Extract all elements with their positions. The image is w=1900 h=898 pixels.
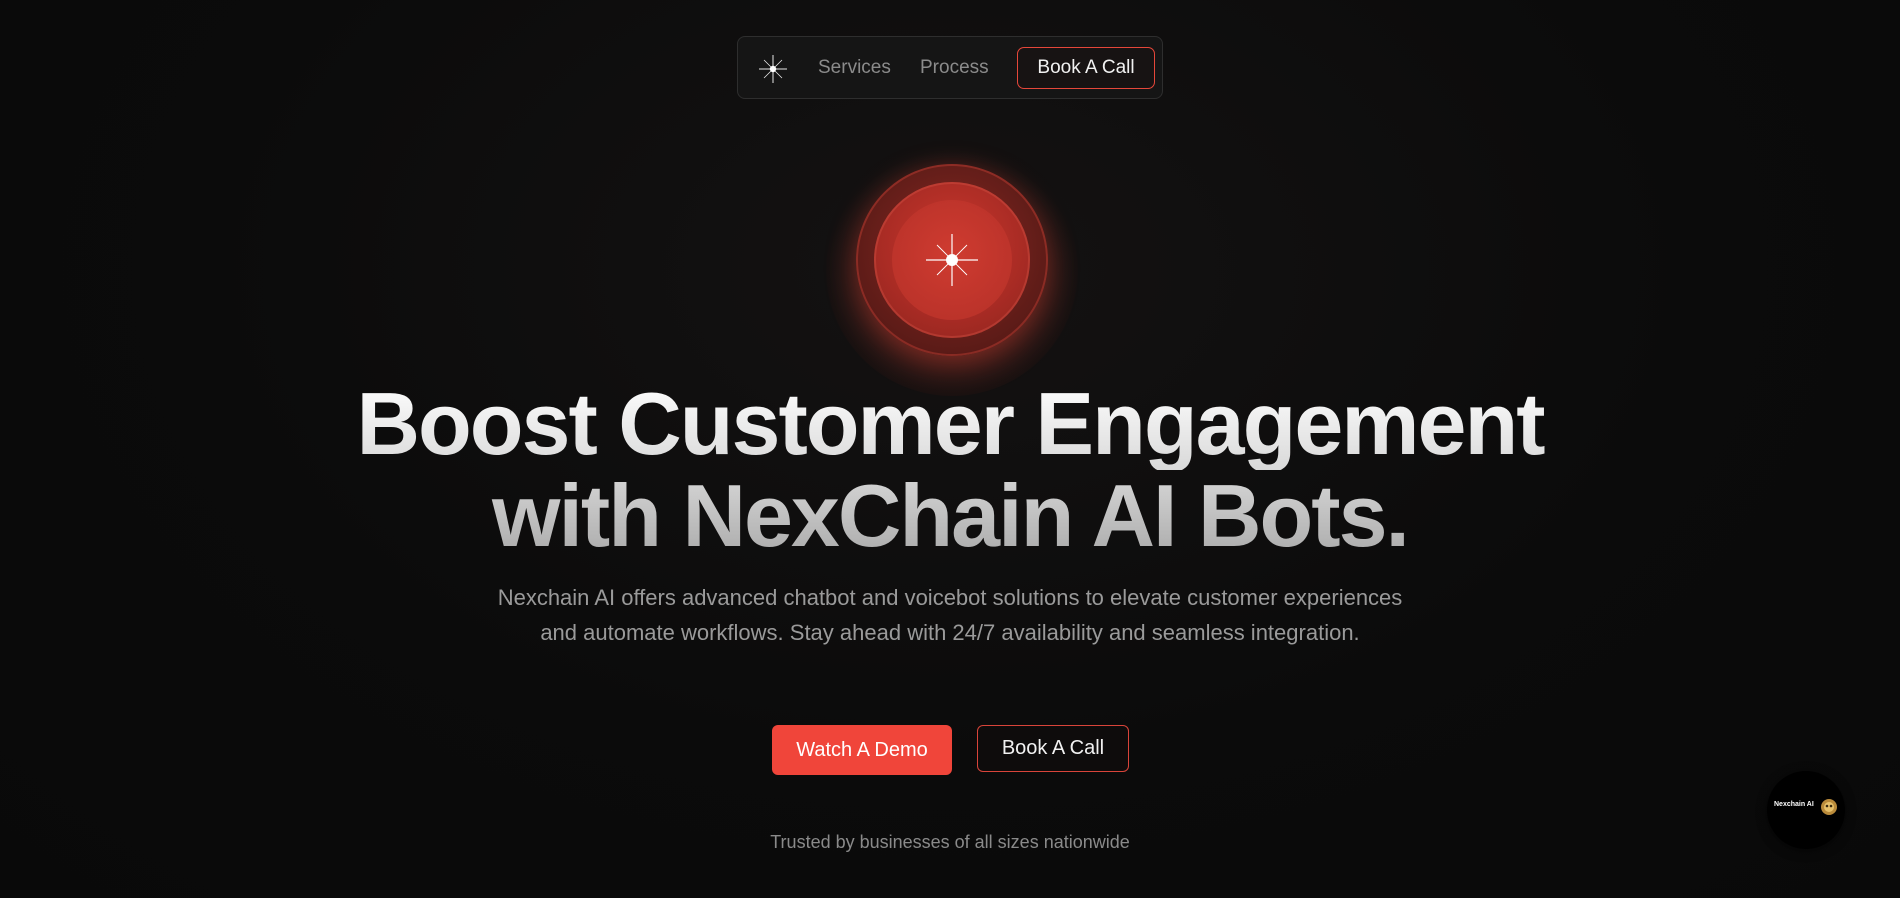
nav-book-call-button[interactable]: Book A Call	[1017, 47, 1155, 89]
widget-label: Nexchain AI	[1774, 801, 1814, 808]
nav-link-process[interactable]: Process	[920, 57, 989, 79]
book-call-button[interactable]: Book A Call	[977, 725, 1129, 772]
page: Services Process Book A Call Boost Custo…	[0, 0, 1900, 898]
hero-description: Nexchain AI offers advanced chatbot and …	[497, 585, 1403, 645]
hero-orb	[826, 144, 1078, 396]
sparkle-star-icon	[922, 230, 982, 290]
watch-demo-button[interactable]: Watch A Demo	[772, 725, 952, 775]
hero-headline: Boost Customer Engagement with NexChain …	[0, 378, 1900, 562]
sparkle-star-icon[interactable]	[758, 54, 788, 84]
trusted-by-text: Trusted by businesses of all sizes natio…	[770, 832, 1130, 852]
chat-bot-icon	[1819, 797, 1839, 817]
nav-link-services[interactable]: Services	[818, 57, 891, 79]
headline-line-1: Boost Customer Engagement	[0, 378, 1900, 470]
chat-widget-button[interactable]: Nexchain AI	[1767, 771, 1845, 849]
top-nav: Services Process Book A Call	[737, 36, 1163, 99]
headline-line-2: with NexChain AI Bots.	[0, 470, 1900, 562]
